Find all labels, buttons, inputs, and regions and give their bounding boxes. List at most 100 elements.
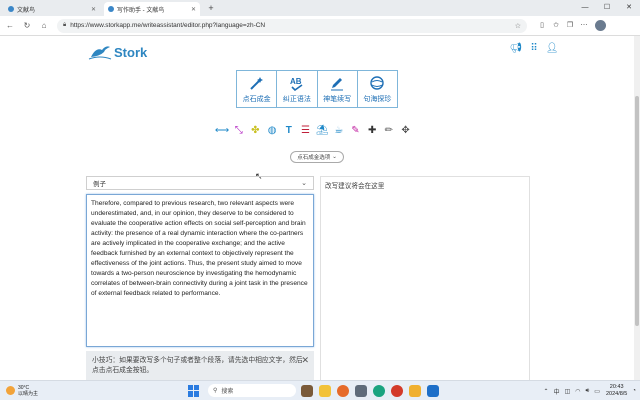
site-favicon-icon [8,6,14,12]
svg-text:AB: AB [290,77,302,86]
clock[interactable]: 20:43 2024/8/5 [606,384,627,398]
suggestions-panel: 改写建议将会在这里 [320,176,530,380]
pencil-icon[interactable]: ✏︎ [381,123,397,137]
megaphone-icon[interactable]: 📢︎ [509,43,523,55]
user-icon[interactable]: 👤︎ [545,43,559,55]
stork-logo[interactable]: Stork [88,43,147,61]
expand-horizontal-icon[interactable]: ⟷ [214,123,230,137]
list-icon[interactable]: ☰ [297,123,313,137]
browser-toolbar: ← ↻ ⌂ 🔒︎ https://www.storkapp.me/writeas… [0,16,640,36]
outlook-icon[interactable] [427,384,440,397]
new-tab-button[interactable]: + [204,2,218,16]
window-controls: — ☐ ✕ [574,0,640,16]
system-tray: ⌃ 中 ◫ ◠ 🔊︎ ▭ 20:43 2024/8/5 ◔ [539,381,636,400]
page-scrollbar[interactable] [634,36,640,380]
scrollbar-thumb[interactable] [635,96,639,326]
page-content: Stork 📢︎ ⠿ 👤︎ 点石成金 AB 纠正语法 神笔续写 句海探珍 ⟷ ⤡… [0,36,634,380]
example-select[interactable]: 例子 ⌄ [86,176,314,190]
ab-check-icon: AB [286,74,308,92]
language-indicator[interactable]: 中 [554,387,560,396]
search-label: 搜索 [221,389,234,395]
split-view-icon[interactable]: ▯ [535,19,549,33]
beach-icon[interactable]: ⛱ [314,123,330,137]
mode-label: 句海探珍 [363,96,392,103]
collections-icon[interactable]: ❐ [563,19,577,33]
mode-label: 纠正语法 [282,96,311,103]
close-window-icon[interactable]: ✕ [618,0,640,16]
sun-icon [6,386,15,395]
tab-title: 写作助手 - 文献鸟 [117,7,165,14]
firefox-icon[interactable] [337,384,350,397]
tab-title: 文献鸟 [17,7,36,14]
notification-icon[interactable]: ◔ [632,388,636,394]
favorite-star-icon[interactable]: ☆ [515,22,521,30]
header-icons: 📢︎ ⠿ 👤︎ [505,43,559,55]
polish-options-button[interactable]: 点石成金选项 ⌄ [290,151,344,163]
chevron-up-icon[interactable]: ⌃ [544,388,549,395]
text-icon[interactable]: T [281,123,297,137]
compress-icon[interactable]: ⤡ [231,123,247,137]
example-select-value: 例子 [93,181,106,188]
wifi-icon[interactable]: ◠ [575,388,580,395]
plus-icon[interactable]: ✚ [364,123,380,137]
globe-icon[interactable]: ◍ [264,123,280,137]
app-photo-icon[interactable] [301,384,314,397]
volume-icon[interactable]: 🔊︎ [586,388,590,395]
address-bar[interactable]: 🔒︎ https://www.storkapp.me/writeassistan… [57,18,527,33]
app-icon[interactable] [355,384,368,397]
app-yellow-icon[interactable] [409,384,422,397]
chevron-down-icon: ⌄ [301,180,307,187]
browser-tab-strip: 文献鸟 ✕ 写作助手 - 文献鸟 ✕ + — ☐ ✕ [0,0,640,16]
chevron-down-icon: ⌄ [332,154,337,160]
mode-selector: 点石成金 AB 纠正语法 神笔续写 句海探珍 [236,70,398,108]
weather-widget[interactable]: 30°C 以晴为主 [6,385,38,397]
file-explorer-icon[interactable] [319,384,332,397]
windows-taskbar: 30°C 以晴为主 ⚲ 搜索 ⌃ 中 ◫ ◠ 🔊︎ ▭ 20:43 2024/8… [0,380,640,400]
battery-icon[interactable]: ▭ [594,388,600,395]
highlighter-icon[interactable]: ✎ [348,123,364,137]
site-favicon-icon [108,6,114,12]
clock-date: 2024/8/5 [605,391,628,397]
tip-box: 小技巧：如果要改写多个句子或者整个段落，请先选中相应文字，然后点击点石成金按钮。… [86,351,314,380]
mode-label: 神笔续写 [323,96,352,103]
back-icon[interactable]: ← [3,19,17,33]
browser-actions: ▯ ✩ ❐ ⋯ [535,19,591,33]
favorites-icon[interactable]: ✩ [549,19,563,33]
more-icon[interactable]: ⋯ [577,19,591,33]
style-toolbar: ⟷ ⤡ ✤ ◍ T ☰ ⛱ ☕︎ ✎ ✚ ✏︎ ✥ [214,123,414,137]
clock-time: 20:43 [609,384,624,390]
app-red-icon[interactable] [391,384,404,397]
weather-desc: 以晴为主 [18,390,39,397]
profile-avatar[interactable] [595,20,606,31]
url-text: https://www.storkapp.me/writeassistant/e… [70,22,266,29]
ime-icon[interactable]: ◫ [565,388,571,395]
mode-button-sentence-search[interactable]: 句海探珍 [358,71,397,107]
options-label: 点石成金选项 [297,155,331,161]
grid-menu-icon[interactable]: ⠿ [527,43,541,55]
taskbar-search[interactable]: ⚲ 搜索 [208,384,297,397]
text-editor[interactable]: Therefore, compared to previous research… [86,194,314,347]
mode-button-grammar[interactable]: AB 纠正语法 [277,71,318,107]
mode-button-continue[interactable]: 神笔续写 [318,71,358,107]
mode-label: 点石成金 [242,96,271,103]
search-icon: ⚲ [213,388,218,394]
start-button[interactable] [188,384,200,397]
globe-search-icon [366,74,388,92]
maximize-icon[interactable]: ☐ [596,0,618,16]
move-icon[interactable]: ✥ [398,123,414,137]
mode-button-polish[interactable]: 点石成金 [237,71,278,107]
close-icon[interactable]: ✕ [301,355,309,365]
close-tab-icon[interactable]: ✕ [91,6,96,13]
lock-icon: 🔒︎ [63,22,67,28]
minimize-icon[interactable]: — [574,0,596,16]
reload-icon[interactable]: ↻ [20,19,34,33]
edge-icon[interactable] [373,384,386,397]
app-name: Stork [114,44,148,60]
browser-tab[interactable]: 文献鸟 ✕ [4,2,100,16]
home-icon[interactable]: ⌂ [37,19,51,33]
suggestions-placeholder: 改写建议将会在这里 [325,183,385,190]
puzzle-icon[interactable]: ✤ [247,123,263,137]
close-tab-icon[interactable]: ✕ [191,6,196,13]
browser-tab-active[interactable]: 写作助手 - 文献鸟 ✕ [104,2,200,16]
coffee-icon[interactable]: ☕︎ [331,123,347,137]
